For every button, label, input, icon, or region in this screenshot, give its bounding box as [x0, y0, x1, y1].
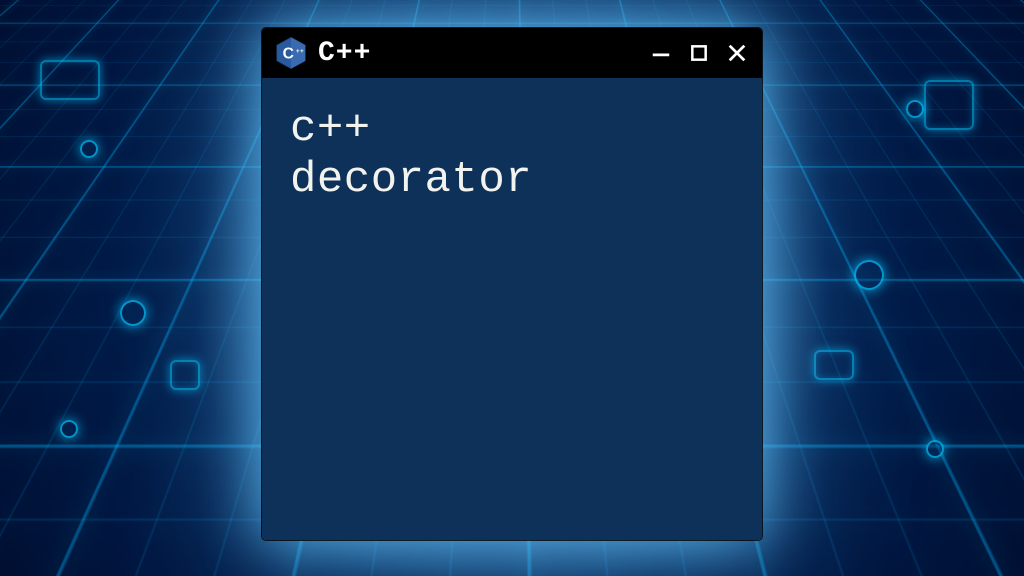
svg-text:C: C	[283, 45, 294, 62]
svg-text:+: +	[296, 48, 300, 55]
window-body: c++ decorator	[262, 78, 762, 540]
cpp-logo-icon: C + +	[274, 38, 308, 68]
minimize-button[interactable]	[648, 40, 674, 66]
body-text: c++ decorator	[290, 104, 734, 205]
maximize-button[interactable]	[686, 40, 712, 66]
close-button[interactable]	[724, 40, 750, 66]
app-window: C + + C++	[262, 28, 762, 540]
titlebar[interactable]: C + + C++	[262, 28, 762, 78]
svg-text:+: +	[300, 48, 304, 55]
window-title: C++	[318, 38, 371, 69]
window-controls	[648, 40, 750, 66]
